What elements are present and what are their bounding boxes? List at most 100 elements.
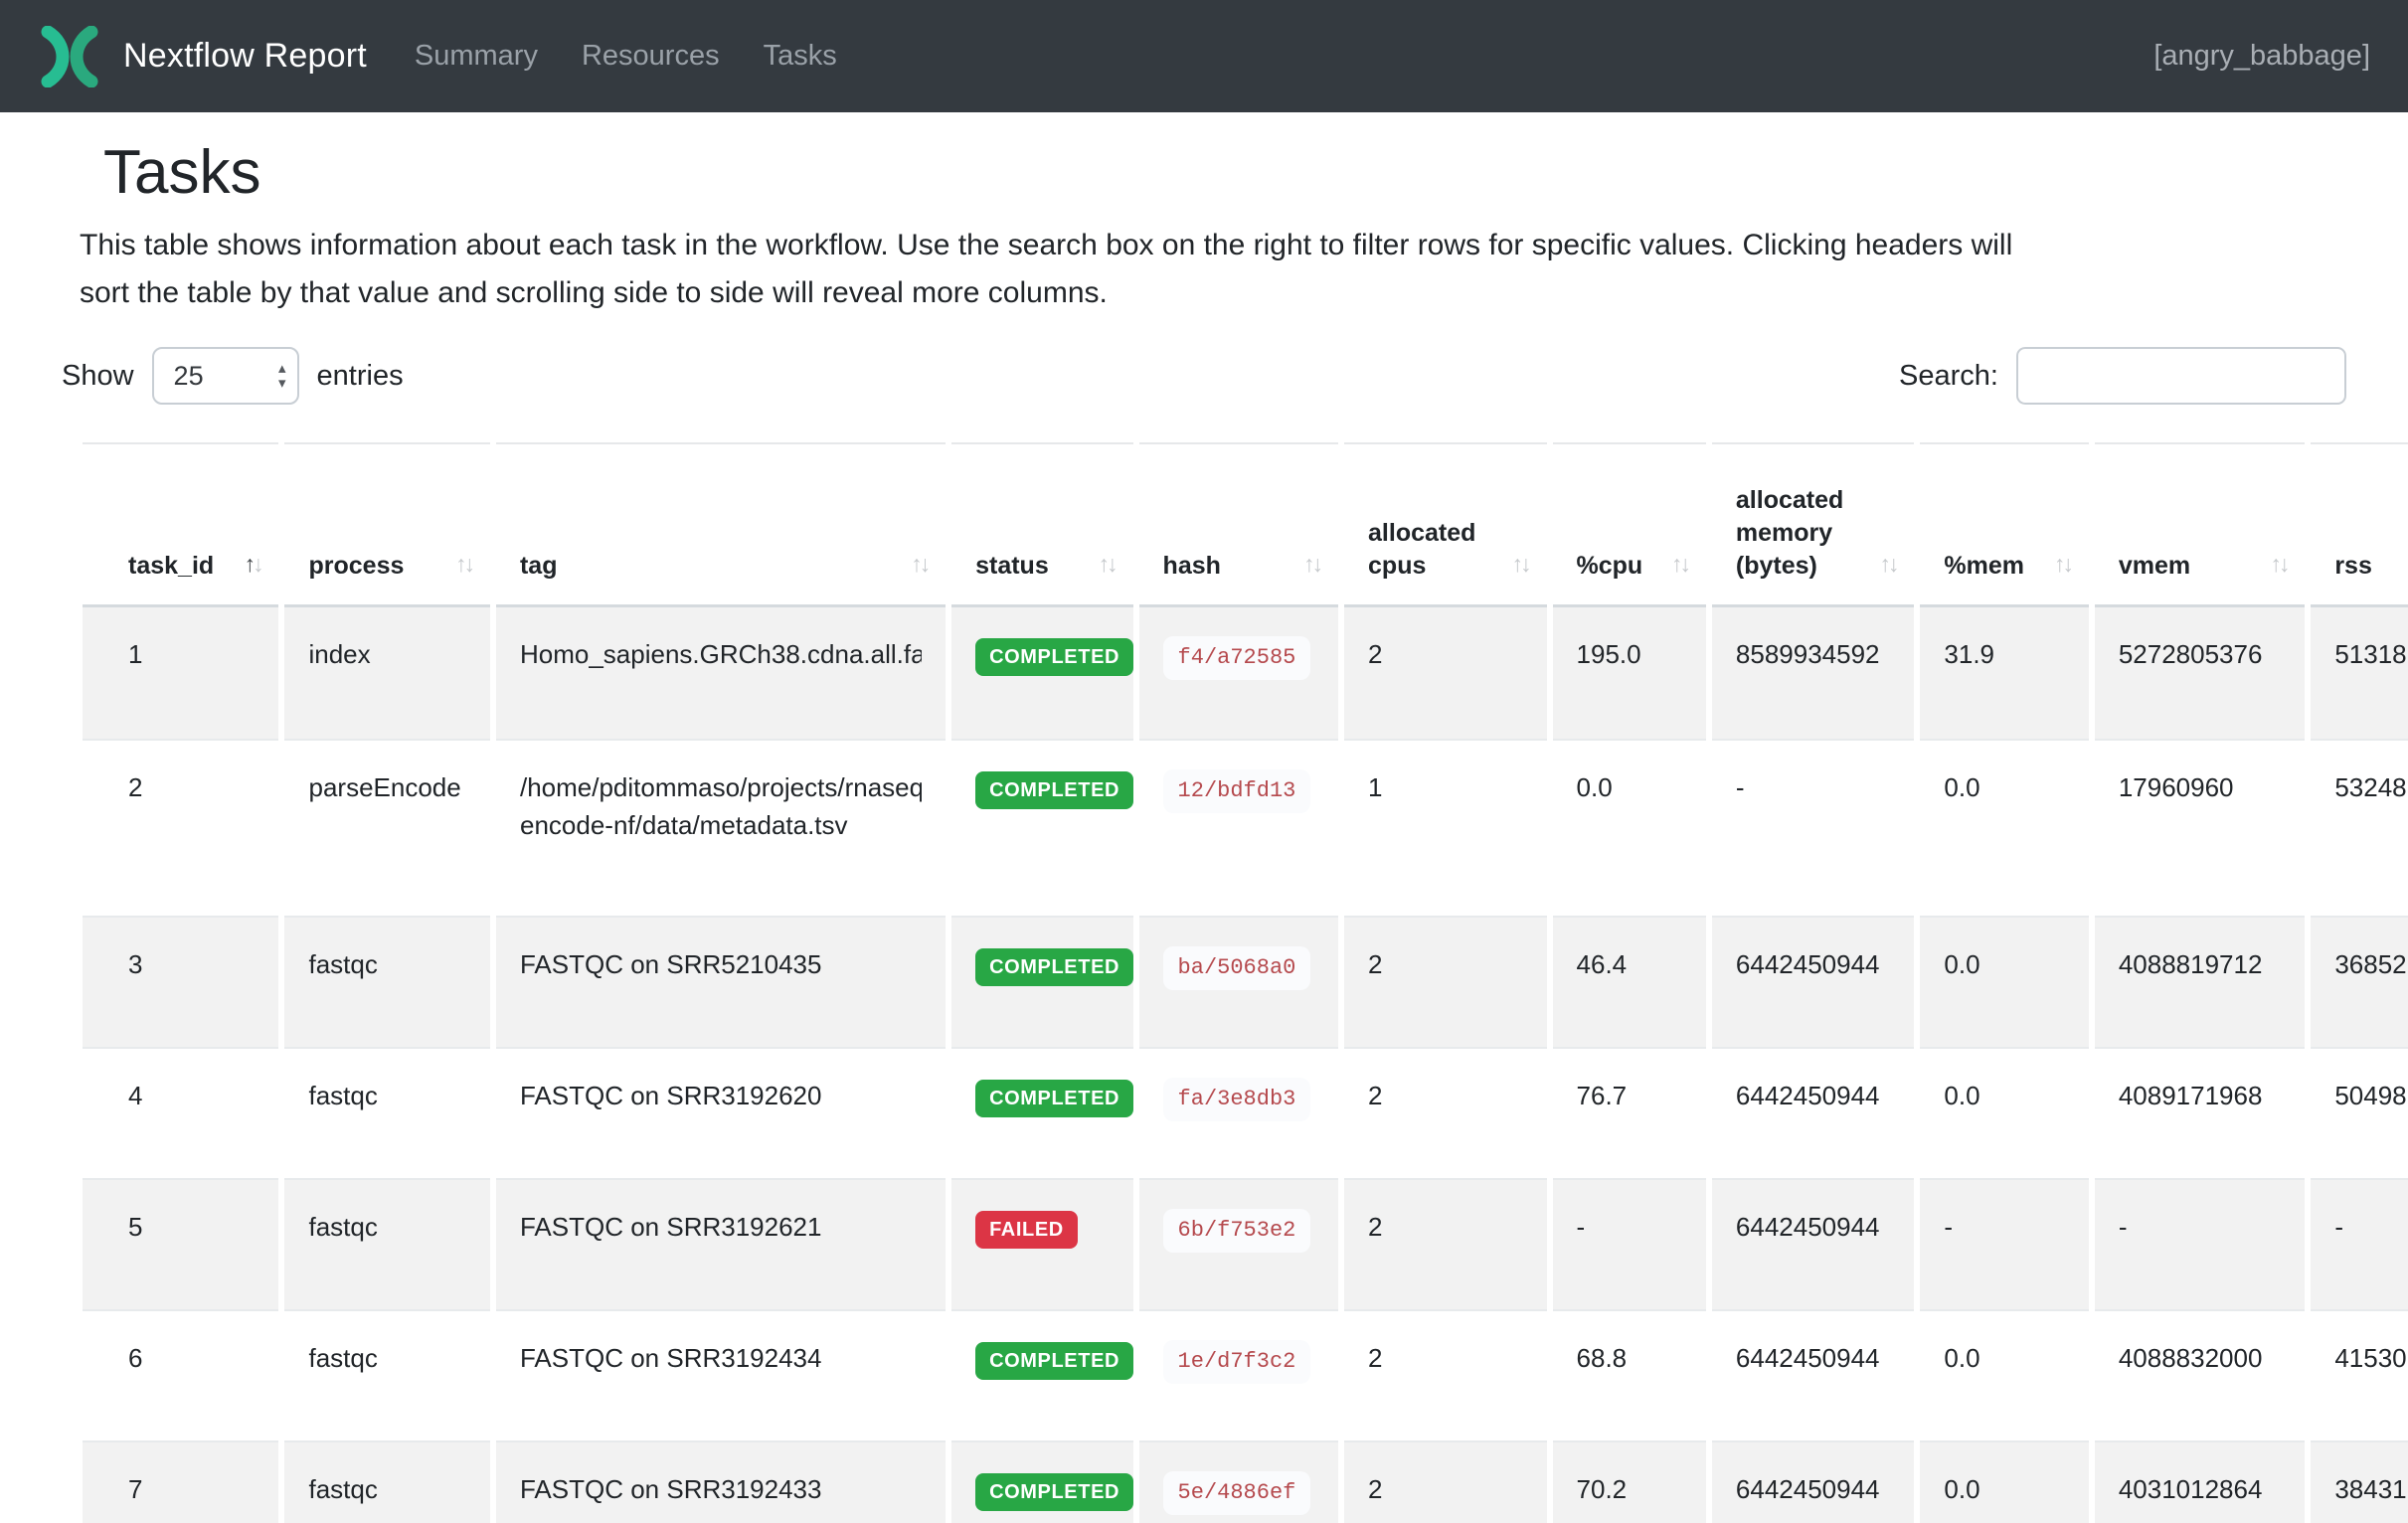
task-hash: ba/5068a0 [1163, 946, 1311, 990]
status-cell: COMPLETED [951, 916, 1132, 1047]
rss-cell: 36852 [2311, 916, 2408, 1047]
column-header-rss[interactable]: rss ↑↓ [2311, 442, 2408, 607]
sort-arrows-icon: ↑↓ [1671, 548, 1688, 581]
table-row: 3 fastqc FASTQC on SRR5210435 COMPLETED … [83, 916, 2408, 1047]
status-badge: COMPLETED [975, 1342, 1132, 1380]
tasks-table: task_id ↑↓ process ↑↓ tag ↑↓ status ↑↓ h… [77, 442, 2408, 1523]
sort-asc-icon: ↑ [1512, 551, 1521, 577]
tag-text: FASTQC on SRR3192433 [520, 1470, 922, 1508]
tag-cell: /home/pditommaso/projects/rnaseq-encode-… [496, 739, 946, 916]
status-badge: COMPLETED [975, 638, 1132, 676]
allocated-memory-cell: 6442450944 [1712, 1047, 1915, 1178]
status-badge: FAILED [975, 1211, 1078, 1249]
rss-cell: 50498 [2311, 1047, 2408, 1178]
nav-link-resources[interactable]: Resources [582, 40, 720, 73]
task-id-cell: 7 [83, 1440, 278, 1523]
pcpu-cell: 195.0 [1553, 607, 1706, 739]
sort-desc-icon: ↓ [1520, 551, 1529, 577]
pcpu-cell: 76.7 [1553, 1047, 1706, 1178]
page-description: This table shows information about each … [80, 222, 2366, 317]
table-row: 7 fastqc FASTQC on SRR3192433 COMPLETED … [83, 1440, 2408, 1523]
hash-cell: ba/5068a0 [1139, 916, 1338, 1047]
page-description-line1: This table shows information about each … [80, 229, 2012, 261]
task-id-cell: 2 [83, 739, 278, 916]
brand-link[interactable]: Nextflow Report [38, 26, 367, 87]
status-cell: COMPLETED [951, 1047, 1132, 1178]
allocated-cpus-cell: 2 [1344, 607, 1547, 739]
column-label: %mem [1944, 552, 2024, 580]
page-size-select[interactable]: 25 [152, 347, 299, 405]
pcpu-cell: 68.8 [1553, 1309, 1706, 1440]
rss-cell: 51318 [2311, 607, 2408, 739]
sort-arrows-icon: ↑↓ [2054, 548, 2071, 581]
search-label: Search: [1899, 360, 1998, 393]
rss-cell: - [2311, 1178, 2408, 1309]
pcpu-cell: - [1553, 1178, 1706, 1309]
tag-cell: FASTQC on SRR3192621 [496, 1178, 946, 1309]
status-cell: COMPLETED [951, 1440, 1132, 1523]
allocated-memory-cell: - [1712, 739, 1915, 916]
tag-text: FASTQC on SRR5210435 [520, 945, 922, 983]
navbar: Nextflow Report Summary Resources Tasks … [0, 0, 2408, 112]
page-size-select-wrap: 25 ▴ ▾ [152, 347, 299, 405]
allocated-cpus-cell: 2 [1344, 1047, 1547, 1178]
column-label: status [975, 552, 1049, 580]
table-body: 1 index Homo_sapiens.GRCh38.cdna.all.fa.… [83, 607, 2408, 1523]
column-header-status[interactable]: status ↑↓ [951, 442, 1132, 607]
table-row: 4 fastqc FASTQC on SRR3192620 COMPLETED … [83, 1047, 2408, 1178]
column-label: tag [520, 552, 558, 580]
brand-title: Nextflow Report [123, 37, 367, 76]
tag-text: FASTQC on SRR3192434 [520, 1339, 922, 1377]
tasks-table-viewport: task_id ↑↓ process ↑↓ tag ↑↓ status ↑↓ h… [40, 442, 2408, 1523]
process-cell: index [284, 607, 490, 739]
nav-link-summary[interactable]: Summary [415, 40, 538, 73]
column-header-allocated-cpus[interactable]: allocated cpus ↑↓ [1344, 442, 1547, 607]
allocated-cpus-cell: 2 [1344, 1178, 1547, 1309]
table-row: 5 fastqc FASTQC on SRR3192621 FAILED 6b/… [83, 1178, 2408, 1309]
hash-cell: 1e/d7f3c2 [1139, 1309, 1338, 1440]
tag-text: FASTQC on SRR3192620 [520, 1077, 922, 1114]
sort-desc-icon: ↓ [2279, 551, 2288, 577]
column-header-vmem[interactable]: vmem ↑↓ [2095, 442, 2306, 607]
run-name: [angry_babbage] [2153, 40, 2370, 73]
column-header-pmem[interactable]: %mem ↑↓ [1920, 442, 2088, 607]
status-cell: FAILED [951, 1178, 1132, 1309]
sort-desc-icon: ↓ [1312, 551, 1321, 577]
pmem-cell: 0.0 [1920, 1309, 2088, 1440]
status-cell: COMPLETED [951, 739, 1132, 916]
sort-arrows-icon: ↑↓ [911, 548, 928, 581]
hash-cell: f4/a72585 [1139, 607, 1338, 739]
table-row: 2 parseEncode /home/pditommaso/projects/… [83, 739, 2408, 916]
allocated-memory-cell: 6442450944 [1712, 1440, 1915, 1523]
table-controls: Show 25 ▴ ▾ entries Search: [40, 347, 2368, 405]
status-badge: COMPLETED [975, 771, 1132, 809]
task-hash: 1e/d7f3c2 [1163, 1340, 1311, 1384]
search-input[interactable] [2016, 347, 2346, 405]
pmem-cell: - [1920, 1178, 2088, 1309]
hash-cell: 6b/f753e2 [1139, 1178, 1338, 1309]
show-entries-label: Show [62, 360, 134, 393]
nav-link-tasks[interactable]: Tasks [764, 40, 837, 73]
sort-arrows-icon: ↑↓ [244, 548, 260, 581]
column-header-task-id[interactable]: task_id ↑↓ [83, 442, 278, 607]
tag-text: /home/pditommaso/projects/rnaseq-encode-… [520, 768, 922, 844]
column-header-hash[interactable]: hash ↑↓ [1139, 442, 1338, 607]
status-cell: COMPLETED [951, 607, 1132, 739]
tag-cell: FASTQC on SRR3192433 [496, 1440, 946, 1523]
task-id-cell: 6 [83, 1309, 278, 1440]
tag-text: Homo_sapiens.GRCh38.cdna.all.fa.g [520, 635, 922, 673]
allocated-cpus-cell: 2 [1344, 1309, 1547, 1440]
tag-cell: FASTQC on SRR3192434 [496, 1309, 946, 1440]
column-header-process[interactable]: process ↑↓ [284, 442, 490, 607]
column-header-allocated-memory[interactable]: allocated memory (bytes) ↑↓ [1712, 442, 1915, 607]
allocated-memory-cell: 6442450944 [1712, 916, 1915, 1047]
sort-arrows-icon: ↑↓ [1879, 548, 1896, 581]
sort-asc-icon: ↑ [1879, 551, 1888, 577]
column-header-pcpu[interactable]: %cpu ↑↓ [1553, 442, 1706, 607]
column-label: %cpu [1577, 552, 1643, 580]
process-cell: fastqc [284, 1309, 490, 1440]
column-header-tag[interactable]: tag ↑↓ [496, 442, 946, 607]
sort-desc-icon: ↓ [2062, 551, 2071, 577]
pmem-cell: 31.9 [1920, 607, 2088, 739]
process-cell: fastqc [284, 1047, 490, 1178]
